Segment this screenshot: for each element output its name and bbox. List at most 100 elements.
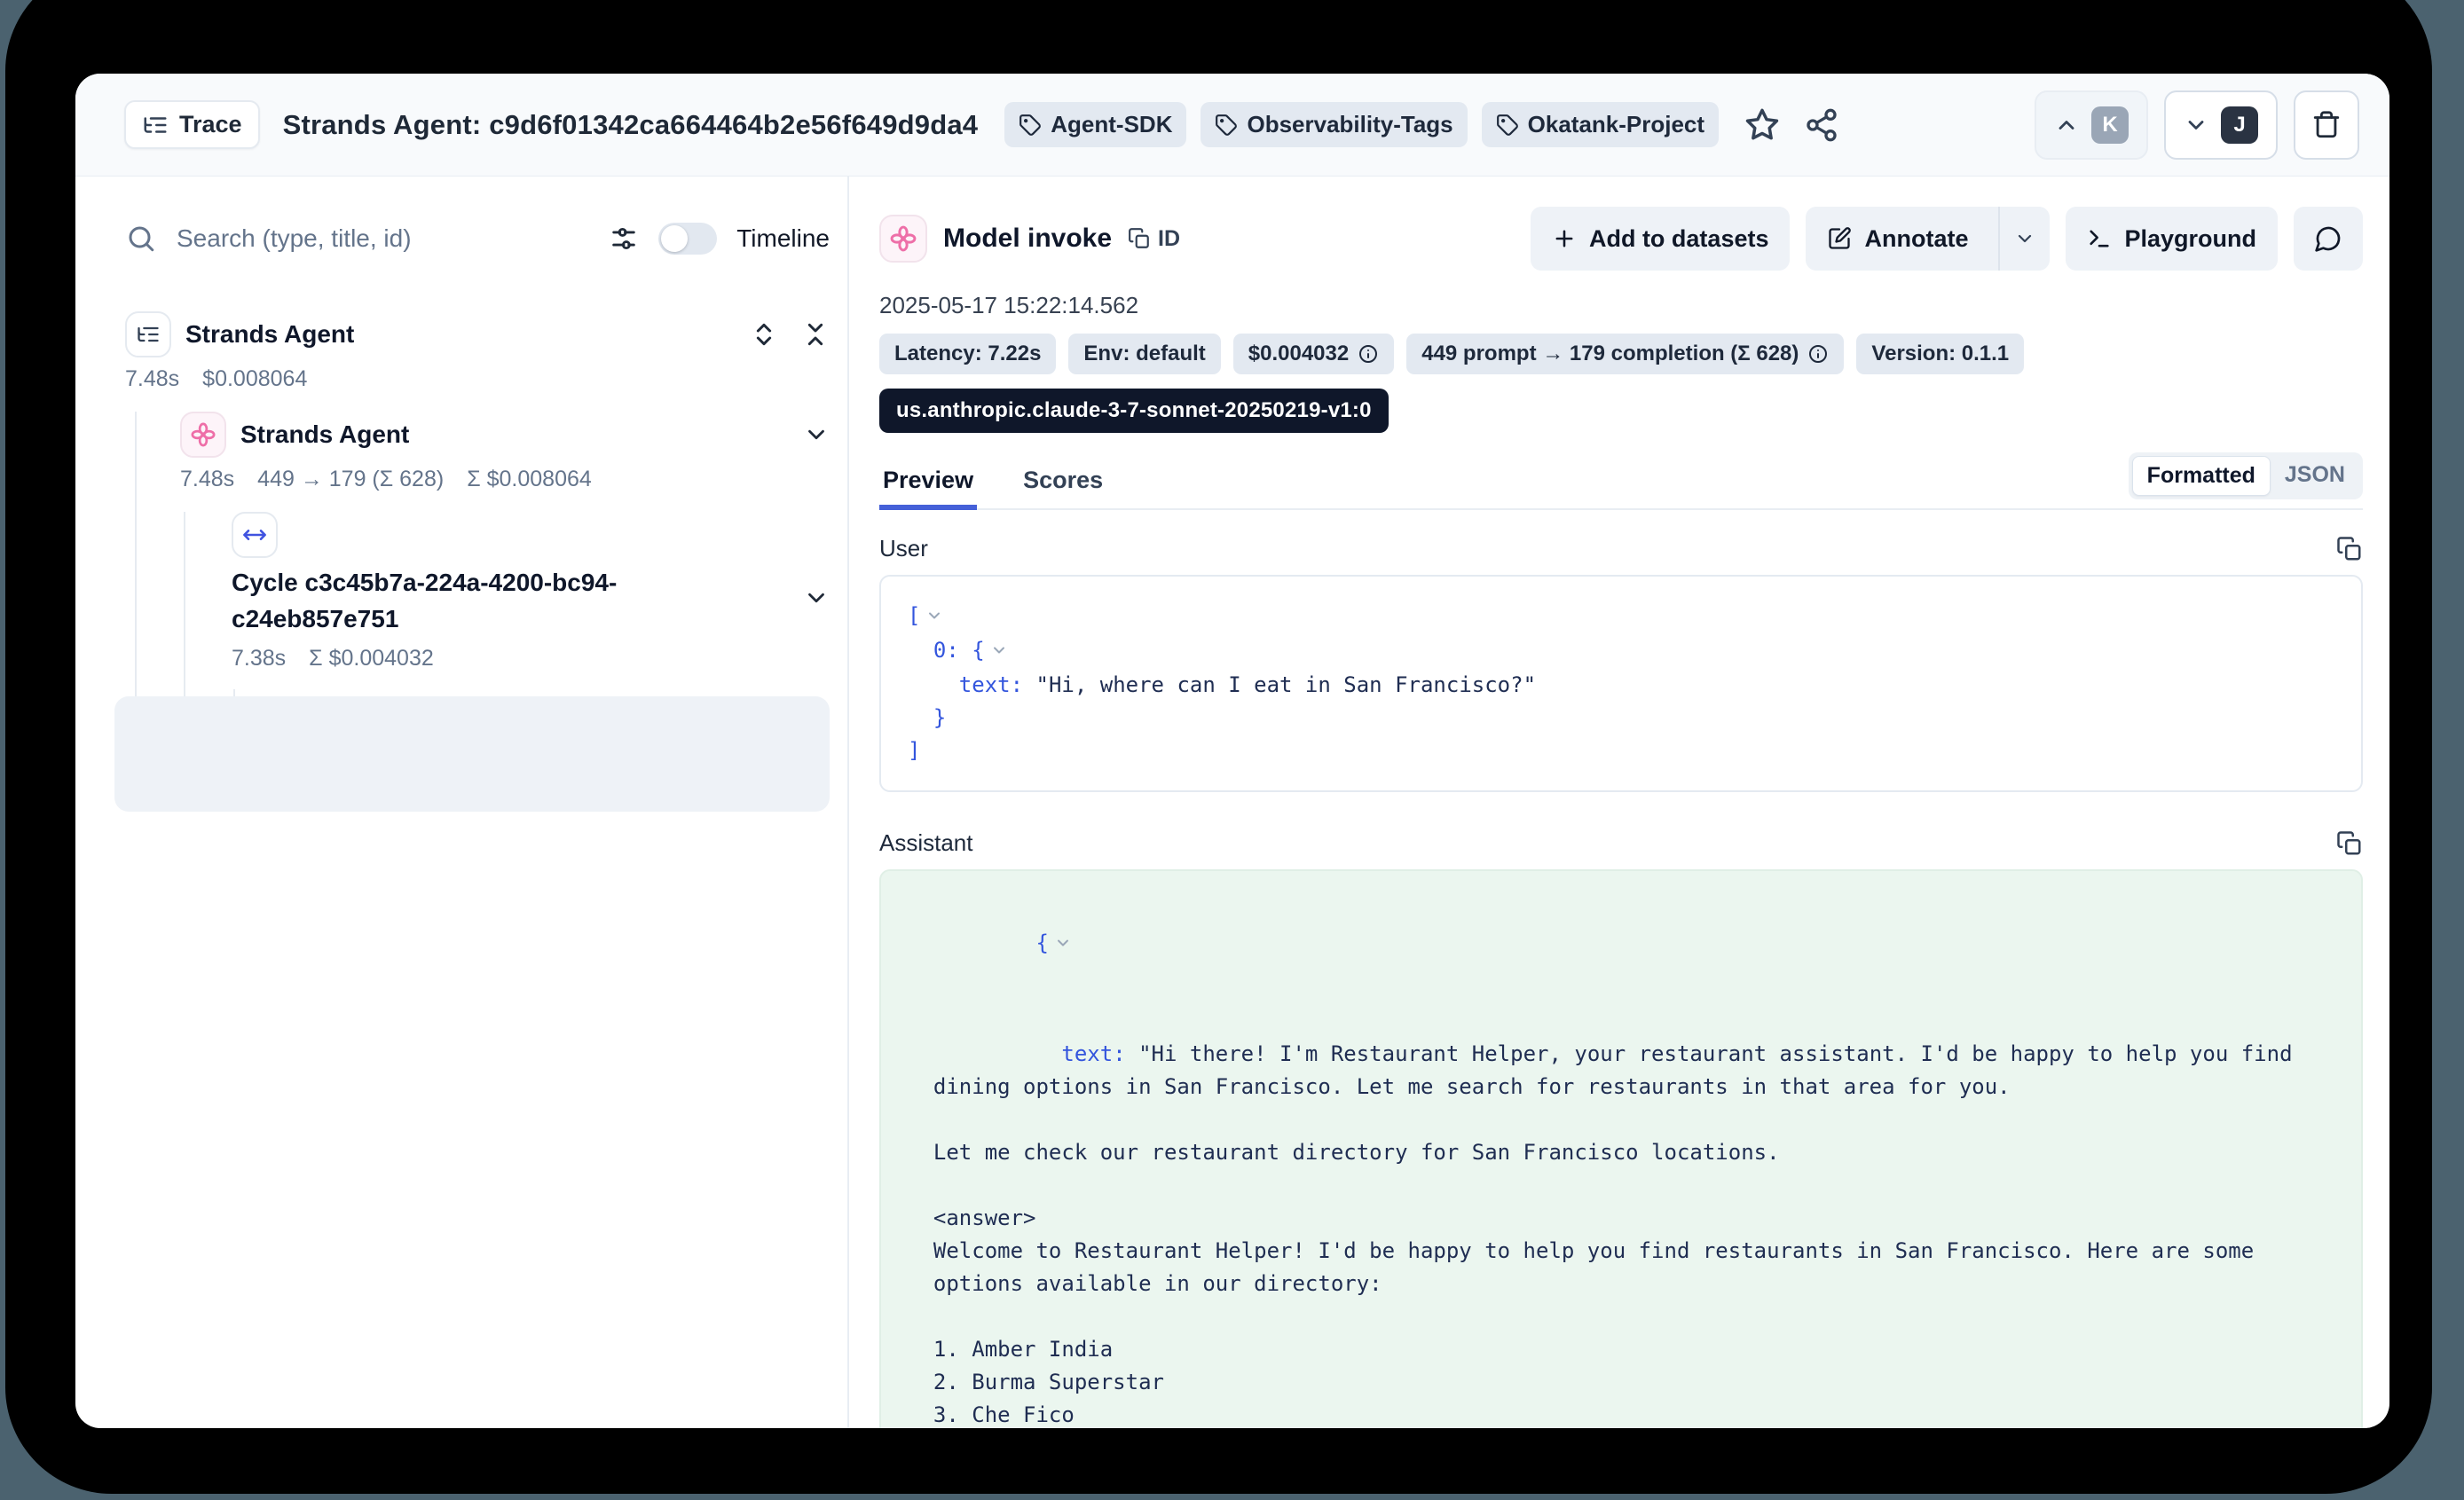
tree-node-metrics: 7.48s $0.008064 [125, 366, 830, 392]
agent-pinwheel-icon [180, 412, 226, 458]
collapse-chevron-icon[interactable] [925, 605, 943, 630]
observation-detail-pane: Model invoke ID Add to datasets [849, 177, 2389, 1428]
metadata-badge: Version: 0.1.1 [1856, 334, 2024, 374]
tag-icon [1215, 114, 1238, 137]
list-tree-icon [125, 311, 171, 357]
prev-trace-button[interactable]: K [2035, 90, 2148, 160]
copy-icon[interactable] [2336, 536, 2363, 562]
annotate-button[interactable]: Annotate [1806, 207, 1986, 271]
assistant-section-label: Assistant [879, 829, 973, 857]
tag-pill[interactable]: Agent-SDK [1004, 102, 1186, 147]
chevron-down-icon[interactable] [803, 585, 830, 611]
observation-title: Model invoke [943, 224, 1112, 254]
tabs: Preview Scores [879, 467, 1149, 508]
timeline-toggle[interactable] [658, 223, 717, 255]
user-avatar-k: K [2091, 106, 2129, 144]
metadata-badge: Latency: 7.22s [879, 334, 1056, 374]
chevron-up-icon [2054, 113, 2079, 137]
tree-node-label: Cycle c3c45b7a-224a-4200-bc94-c24eb857e7… [232, 565, 657, 637]
annotate-dropdown-button[interactable] [1998, 207, 2050, 271]
trace-tree: Strands Agent 7.48s $0.008064 [125, 311, 830, 795]
metric-value: 7.48s [180, 467, 234, 492]
metadata-badges: Latency: 7.22s Env: default $0.004032 449 p… [879, 334, 2363, 374]
format-option-json[interactable]: JSON [2271, 456, 2359, 496]
timeline-label: Timeline [736, 224, 830, 253]
metric-value: Σ $0.004032 [309, 646, 434, 671]
metadata-badge: $0.004032 [1233, 334, 1394, 374]
expand-all-icon[interactable] [750, 320, 778, 349]
chevron-down-icon [2184, 113, 2208, 137]
copy-icon[interactable] [2336, 830, 2363, 857]
trace-type-badge: Trace [124, 100, 260, 149]
metric-value: Σ $0.008064 [467, 467, 592, 492]
json-code-line: text: "Hi, where can I eat in San Franci… [908, 669, 2334, 702]
trash-icon [2311, 110, 2342, 140]
cycle-arrows-icon [232, 512, 278, 558]
tree-node-metrics: 7.38s Σ $0.004032 [232, 646, 830, 671]
metric-value: $0.008064 [202, 366, 307, 392]
window-header: Trace Strands Agent: c9d6f01342ca664464b… [75, 74, 2389, 177]
json-code-line: 0: { [908, 634, 2334, 669]
tab-scores[interactable]: Scores [1019, 467, 1106, 508]
tree-node-label: Strands Agent [185, 320, 354, 349]
copy-id-chip[interactable]: ID [1128, 226, 1180, 252]
trace-tree-pane: Timeline Strands Agent [75, 177, 849, 1428]
json-open-brace: { [1036, 931, 1049, 955]
delete-trace-button[interactable] [2294, 90, 2359, 160]
trace-badge-label: Trace [179, 111, 242, 138]
user-avatar-j: J [2221, 106, 2258, 144]
json-string-value: "Hi there! I'm Restaurant Helper, your r… [933, 1041, 2305, 1428]
metadata-badge: 449 prompt → 179 completion (Σ 628) [1406, 334, 1844, 374]
model-name-badge[interactable]: us.anthropic.claude-3-7-sonnet-20250219-… [879, 389, 1389, 433]
metric-value: 7.38s [232, 646, 286, 671]
filter-sliders-icon[interactable] [609, 224, 639, 254]
pen-square-icon [1827, 226, 1852, 251]
collapse-all-icon[interactable] [801, 320, 830, 349]
tag-list: Agent-SDK Observability-Tags Okatank-Proje… [1004, 102, 1719, 147]
share-icon[interactable] [1804, 107, 1839, 143]
json-code-line: ] [908, 734, 2334, 767]
json-code-line: [ [908, 600, 2334, 634]
annotate-label: Annotate [1864, 225, 1968, 253]
star-icon[interactable] [1744, 106, 1781, 144]
add-to-datasets-label: Add to datasets [1589, 225, 1769, 253]
next-trace-button[interactable]: J [2164, 90, 2278, 160]
json-code-line: } [908, 702, 2334, 734]
tab-bar: Preview Scores FormattedJSON [879, 452, 2363, 510]
chevron-down-icon[interactable] [803, 421, 830, 448]
collapse-chevron-icon[interactable] [990, 640, 1008, 664]
plus-icon [1552, 226, 1577, 251]
annotate-split-button: Annotate [1806, 207, 2050, 271]
comments-button[interactable] [2294, 207, 2363, 271]
search-icon [125, 223, 157, 255]
copy-icon [1128, 227, 1151, 250]
json-key: text: [1061, 1041, 1125, 1066]
format-toggle: FormattedJSON [2129, 452, 2363, 499]
playground-button[interactable]: Playground [2066, 207, 2278, 271]
tag-pill[interactable]: Observability-Tags [1201, 102, 1467, 147]
tree-node-metrics: 7.48s 449 → 179 (Σ 628) Σ $0.008064 [180, 467, 830, 492]
format-option-formatted[interactable]: Formatted [2132, 456, 2271, 496]
playground-label: Playground [2124, 225, 2256, 253]
tree-node-label: Strands Agent [240, 420, 409, 449]
tab-preview[interactable]: Preview [879, 467, 977, 508]
id-label: ID [1158, 226, 1180, 252]
page-title: Strands Agent: c9d6f01342ca664464b2e56f6… [283, 109, 979, 141]
observation-timestamp: 2025-05-17 15:22:14.562 [879, 292, 2363, 319]
user-section-label: User [879, 535, 928, 562]
message-bubble-icon [2314, 224, 2342, 253]
tag-pill[interactable]: Okatank-Project [1482, 102, 1719, 147]
selected-row-highlight [114, 696, 830, 812]
metric-value: 7.48s [125, 366, 179, 392]
collapse-chevron-icon[interactable] [1054, 932, 1072, 957]
info-icon[interactable] [1807, 343, 1829, 365]
metric-value: 449 → 179 (Σ 628) [257, 467, 444, 492]
add-to-datasets-button[interactable]: Add to datasets [1531, 207, 1791, 271]
tag-icon [1496, 114, 1519, 137]
info-icon[interactable] [1358, 343, 1379, 365]
user-message-json: [ 0: { text: "Hi, where can I eat in San… [879, 575, 2363, 792]
metadata-badge: Env: default [1068, 334, 1220, 374]
terminal-icon [2087, 226, 2112, 251]
search-input[interactable] [177, 224, 589, 253]
list-tree-icon [142, 112, 169, 138]
